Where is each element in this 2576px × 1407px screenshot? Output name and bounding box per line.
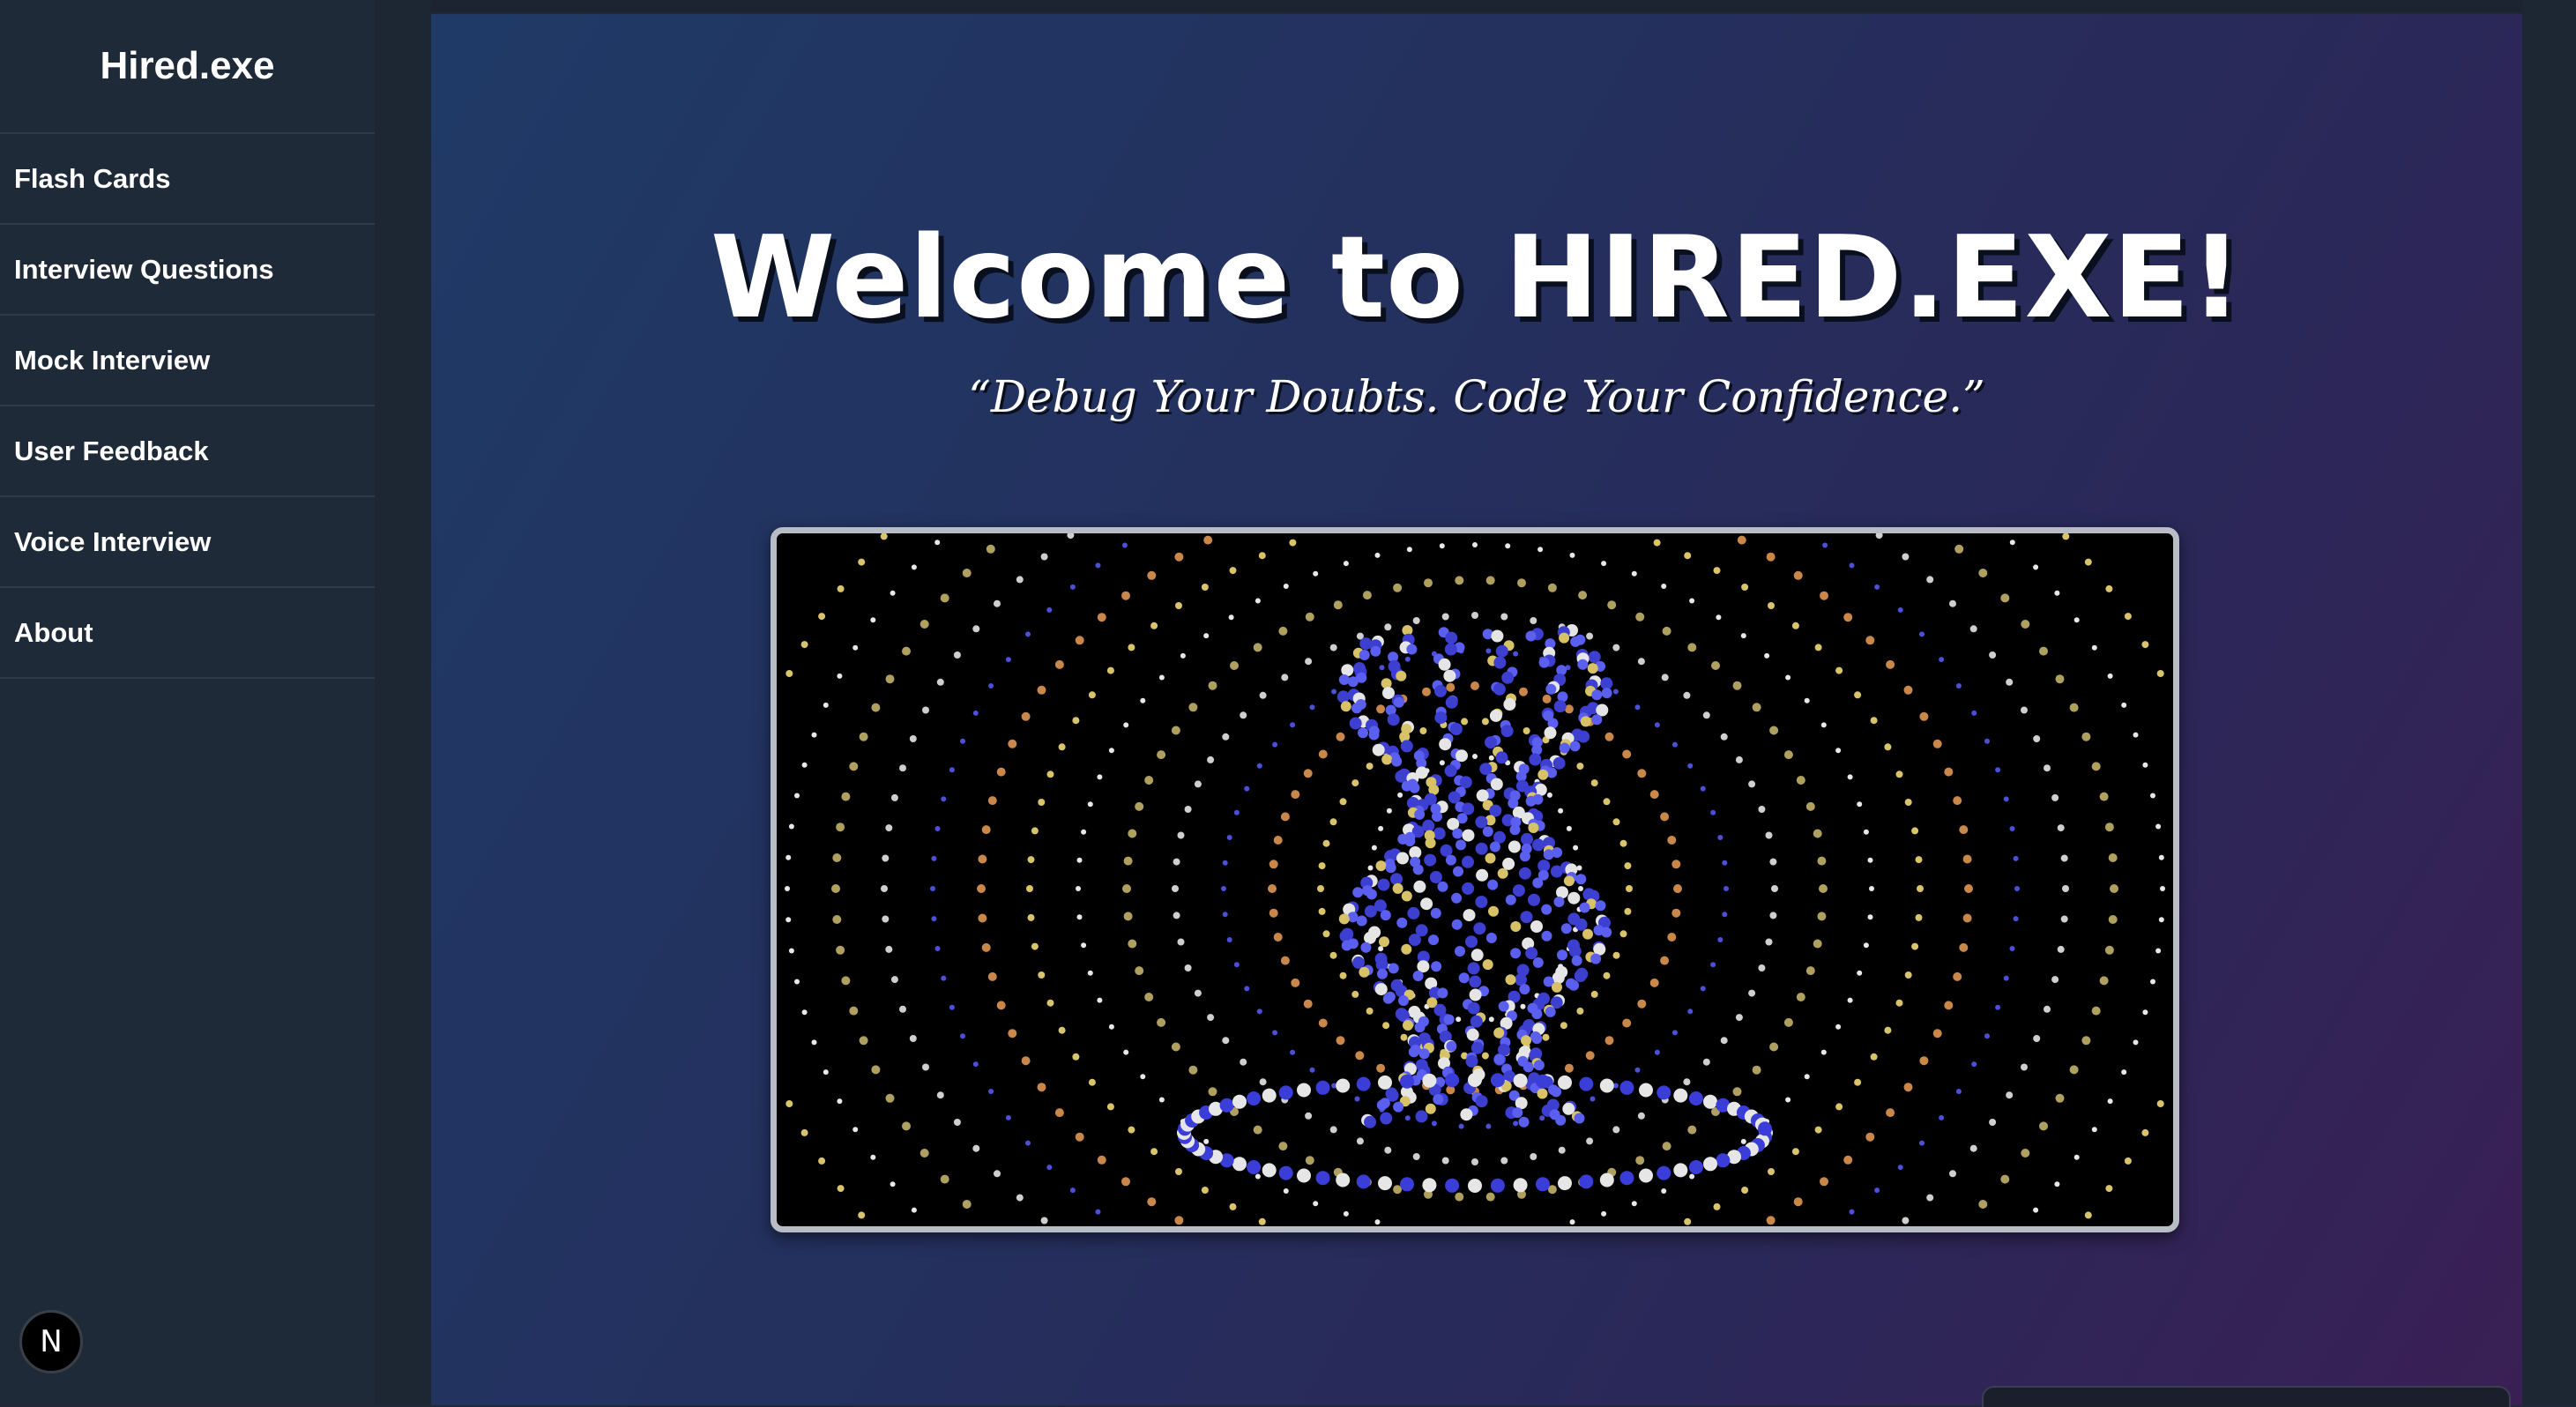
particle-spiral-image xyxy=(785,533,2165,1225)
hero-animation xyxy=(771,527,2179,1232)
sidebar-item-interview-questions[interactable]: Interview Questions xyxy=(0,225,375,316)
sidebar: Hired.exe Flash Cards Interview Question… xyxy=(0,0,375,1405)
sidebar-item-user-feedback[interactable]: User Feedback xyxy=(0,406,375,497)
sidebar-item-about[interactable]: About xyxy=(0,588,375,679)
main-content: Welcome to HIRED.EXE! “Debug Your Doubts… xyxy=(431,14,2522,1405)
sidebar-nav: Flash Cards Interview Questions Mock Int… xyxy=(0,134,375,679)
nextjs-icon[interactable]: N xyxy=(19,1310,83,1374)
sidebar-item-flash-cards[interactable]: Flash Cards xyxy=(0,134,375,225)
layout-gutter xyxy=(375,0,431,1405)
page-tagline: “Debug Your Doubts. Code Your Confidence… xyxy=(968,371,1985,422)
layout-gutter-right xyxy=(2522,0,2576,1405)
floating-panel-edge xyxy=(1982,1386,2511,1407)
sidebar-item-mock-interview[interactable]: Mock Interview xyxy=(0,316,375,406)
brand-logo[interactable]: Hired.exe xyxy=(0,0,375,134)
page-title: Welcome to HIRED.EXE! xyxy=(710,212,2244,344)
sidebar-item-voice-interview[interactable]: Voice Interview xyxy=(0,497,375,588)
